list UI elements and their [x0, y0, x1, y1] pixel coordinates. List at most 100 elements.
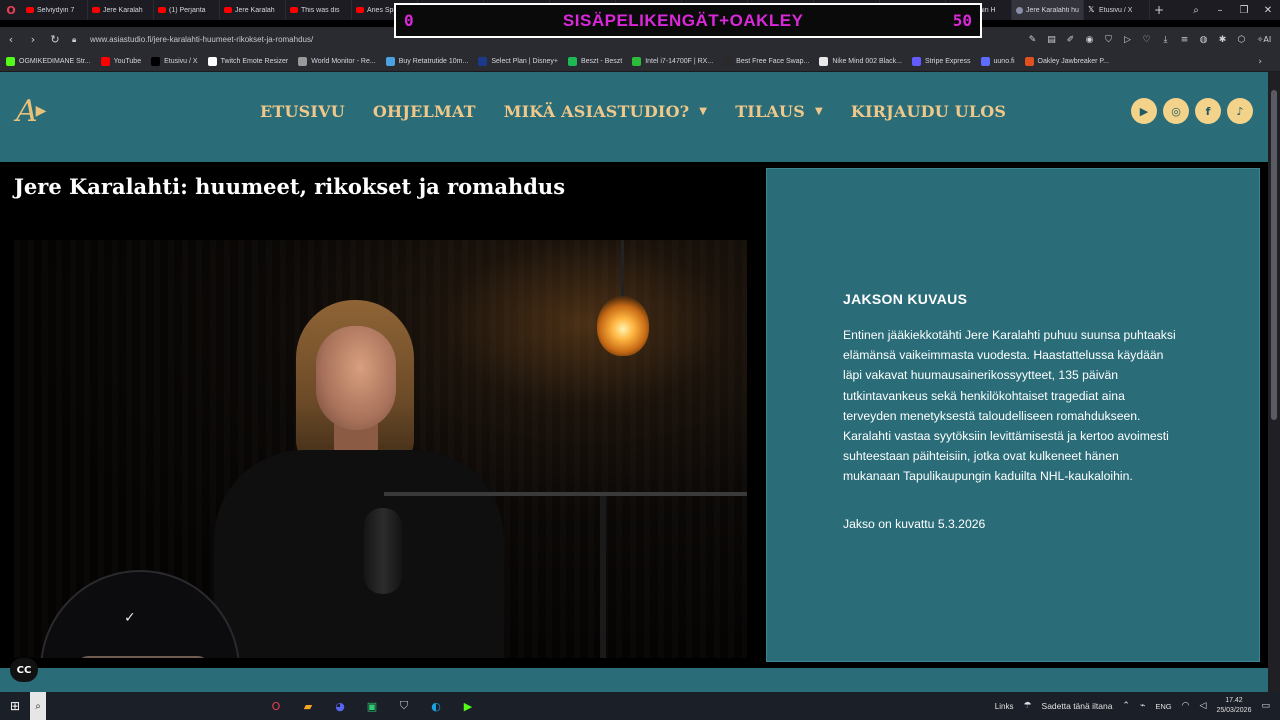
pen-icon[interactable]: ✎ [1026, 35, 1039, 45]
weather-text[interactable]: Sadetta tänä iltana [1042, 701, 1113, 711]
opera-gx-taskbar-icon[interactable]: O [266, 696, 286, 716]
wifi-icon[interactable]: ◠ [1182, 701, 1190, 711]
tab-x[interactable]: 𝕏 Etusivu / X [1084, 0, 1150, 20]
nav-item[interactable]: TILAUS ▼ [735, 102, 823, 121]
cube-icon[interactable]: ⬡ [1235, 35, 1248, 45]
reload-icon[interactable]: ↻ [44, 33, 66, 46]
extension-icon[interactable]: ✱ [1216, 35, 1229, 45]
tab-item[interactable]: (1) Perjanta [154, 0, 220, 20]
close-button[interactable]: ✕ [1256, 5, 1280, 16]
chevron-down-icon[interactable]: ▼ [699, 106, 707, 117]
youtube-icon [158, 7, 166, 13]
tab-label: Selviydyin 7 [37, 6, 75, 14]
tab-item[interactable]: Selviydyin 7 [22, 0, 88, 20]
video-player[interactable]: ✓ [14, 240, 747, 658]
bookmark-favicon-icon [478, 57, 488, 66]
menu-icon[interactable]: ≡ [1178, 35, 1191, 45]
bookmark-favicon-icon [385, 57, 395, 66]
bookmark-item[interactable]: Stripe Express [911, 57, 971, 66]
bookmark-item[interactable]: Oakley Jawbreaker P... [1024, 57, 1110, 66]
youtube-icon[interactable]: ▶ [1131, 98, 1157, 124]
bookmark-item[interactable]: Etusivu / X [151, 57, 198, 66]
bookmark-item[interactable]: Twitch Emote Resizer [207, 57, 288, 66]
bookmark-label: Intel i7-14700F | RX... [645, 58, 714, 65]
bookmark-item[interactable]: Intel i7-14700F | RX... [632, 57, 713, 66]
site-logo[interactable]: A▶ [16, 94, 48, 129]
camera-icon[interactable]: ◉ [1083, 35, 1096, 45]
reader-icon[interactable]: ▤ [1045, 35, 1058, 45]
bookmark-item[interactable]: Select Plan | Disney+ [478, 57, 558, 66]
profile-icon[interactable]: ◍ [1197, 35, 1210, 45]
overlay-title: SISÄPELIKENGÄT+OAKLEY [562, 10, 804, 30]
site-footer-strip [0, 668, 1268, 692]
play-triangle-icon: ▶ [35, 103, 47, 119]
bookmark-item[interactable]: Nike Mind 002 Black... [819, 57, 902, 66]
bookmark-item[interactable]: YouTube [100, 57, 142, 66]
weather-icon: ☂ [1023, 701, 1032, 711]
bookmark-item[interactable]: OGMIKEDIMANE Str... [6, 57, 91, 66]
scrollbar-thumb[interactable] [1271, 90, 1277, 420]
links-toolbar[interactable]: Links [995, 702, 1014, 711]
bookmark-label: Best Free Face Swap... [736, 58, 810, 65]
chevron-down-icon[interactable]: ▼ [815, 106, 823, 117]
chevron-up-icon[interactable]: ⌃ [1122, 701, 1130, 711]
youtube-icon [92, 7, 100, 13]
tab-item[interactable]: Jere Karalah [88, 0, 154, 20]
volume-icon[interactable]: ◁ [1200, 701, 1207, 711]
instagram-icon[interactable]: ◎ [1163, 98, 1189, 124]
windows-taskbar: ⊞ ⌕ O ▰ ◕ ▣ ⛉ ◐ ▶ Links ☂ Sadetta tänä i… [0, 692, 1280, 720]
notification-icon[interactable]: ▭ [1261, 701, 1270, 711]
network-icon[interactable]: ⌁ [1140, 701, 1145, 711]
light-bulb [597, 296, 649, 356]
forward-icon[interactable]: › [22, 33, 44, 46]
person-face [316, 326, 396, 430]
bookmark-label: YouTube [113, 58, 142, 65]
maximize-button[interactable]: ❐ [1232, 5, 1256, 16]
download-icon[interactable]: ⤓ [1159, 35, 1172, 45]
episode-shot-date: Jakso on kuvattu 5.3.2026 [843, 517, 986, 531]
app-taskbar-icon[interactable]: ▣ [362, 696, 382, 716]
back-icon[interactable]: ‹ [0, 33, 22, 46]
bookmark-item[interactable]: Beszt - Beszt [567, 57, 622, 66]
tab-active[interactable]: Jere Karalahti hu [1012, 0, 1084, 20]
play-icon[interactable]: ▷ [1121, 35, 1134, 45]
search-icon[interactable]: ⌕ [1184, 5, 1208, 16]
bookmark-item[interactable]: Best Free Face Swap... [723, 57, 809, 66]
windows-start-icon[interactable]: ⊞ [0, 699, 30, 713]
bookmark-item[interactable]: uuno.fi [980, 57, 1015, 66]
bookmark-item[interactable]: World Monitor - Re... [298, 57, 376, 66]
shield-taskbar-icon[interactable]: ⛉ [394, 696, 414, 716]
bookmark-label: Oakley Jawbreaker P... [1037, 58, 1110, 65]
heart-icon[interactable]: ♡ [1140, 35, 1153, 45]
new-tab-button[interactable]: + [1150, 3, 1168, 17]
bookmark-item[interactable]: Buy Retatrutide 10m... [385, 57, 469, 66]
tab-item[interactable]: This was dis [286, 0, 352, 20]
nav-item[interactable]: MIKÄ ASIASTUDIO? ▼ [504, 102, 707, 121]
nav-item[interactable]: KIRJAUDU ULOS [851, 102, 1006, 121]
edit-icon[interactable]: ✐ [1064, 35, 1077, 45]
youtube-icon [26, 7, 34, 13]
kick-taskbar-icon[interactable]: ▶ [458, 696, 478, 716]
opera-gx-icon[interactable]: O [0, 0, 22, 20]
folder-taskbar-icon[interactable]: ▰ [298, 696, 318, 716]
tab-item[interactable]: Jere Karalah [220, 0, 286, 20]
page-scrollbar[interactable] [1268, 72, 1280, 692]
episode-title: Jere Karalahti: huumeet, rikokset ja rom… [14, 174, 566, 199]
nav-item-label: KIRJAUDU ULOS [850, 102, 1007, 121]
bookmark-label: Buy Retatrutide 10m... [398, 58, 469, 65]
tiktok-icon[interactable]: ♪ [1227, 98, 1253, 124]
clock[interactable]: 17.42 25/03/2026 [1216, 696, 1251, 716]
nav-item[interactable]: OHJELMAT [373, 102, 476, 121]
nav-item[interactable]: ETUSIVU [260, 102, 345, 121]
language-indicator[interactable]: ENG [1155, 702, 1171, 711]
minimize-button[interactable]: – [1208, 5, 1232, 16]
facebook-icon[interactable]: f [1195, 98, 1221, 124]
audio-icon [1016, 6, 1023, 14]
shield-icon[interactable]: ⛉ [1102, 35, 1115, 45]
discord-taskbar-icon[interactable]: ◕ [330, 696, 350, 716]
captions-button[interactable]: CC [10, 658, 38, 682]
edge-taskbar-icon[interactable]: ◐ [426, 696, 446, 716]
bookmarks-more-icon[interactable]: › [1258, 57, 1262, 67]
taskbar-search-icon[interactable]: ⌕ [30, 692, 46, 720]
ai-icon[interactable]: ✧AI [1254, 35, 1274, 44]
